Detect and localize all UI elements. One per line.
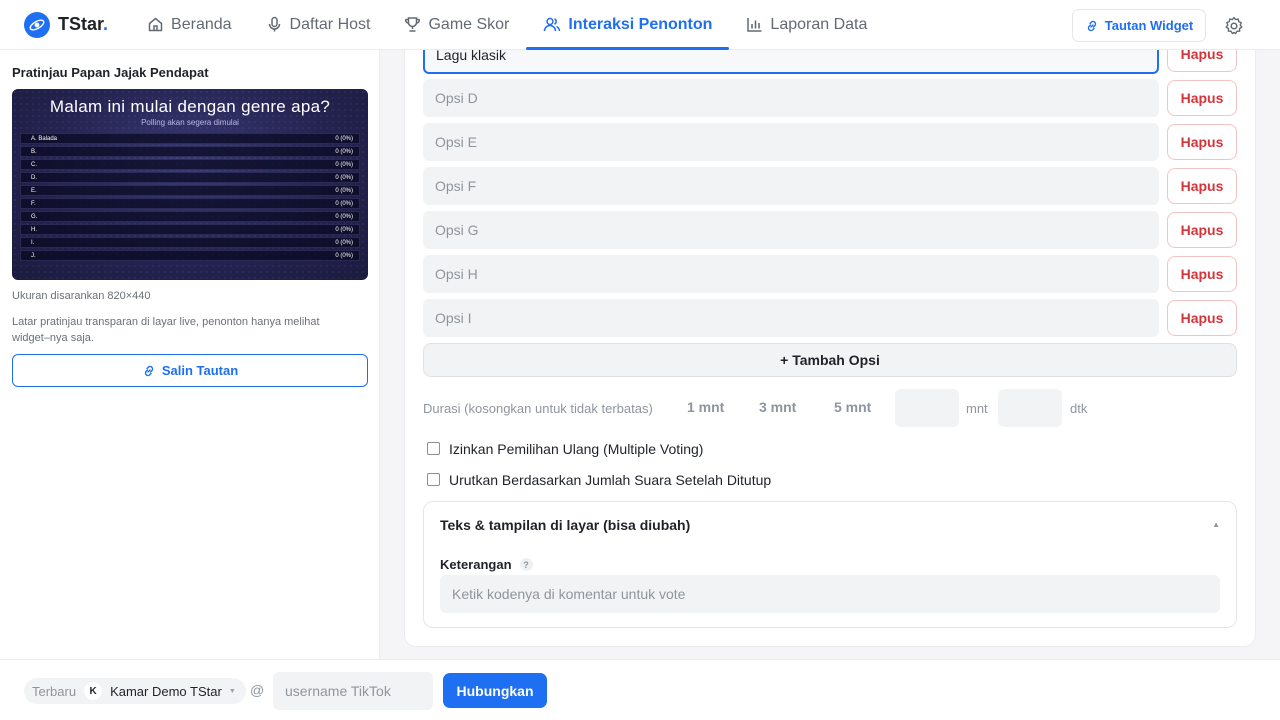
option-input-g[interactable]: Opsi G bbox=[423, 211, 1159, 249]
room-avatar: K bbox=[84, 682, 103, 700]
copy-link-label: Salin Tautan bbox=[161, 363, 239, 378]
top-navigation-bar: TStar. Beranda Daftar Host Game Skor Int… bbox=[0, 0, 1280, 50]
bar-chart-icon bbox=[747, 18, 762, 32]
multiple-voting-label: Izinkan Pemilihan Ulang (Multiple Voting… bbox=[449, 441, 704, 457]
nav-item-beranda[interactable]: Beranda bbox=[130, 0, 249, 50]
preview-status: Polling akan segera dimulai bbox=[141, 118, 239, 127]
help-icon[interactable]: ? bbox=[519, 558, 533, 571]
room-selector[interactable]: Terbaru K Kamar Demo TStar ▼ bbox=[24, 678, 246, 704]
delete-option-button[interactable]: Hapus bbox=[1167, 212, 1237, 248]
copy-link-button[interactable]: Salin Tautan bbox=[12, 354, 368, 387]
seconds-unit: dtk bbox=[1070, 401, 1088, 416]
connect-button[interactable]: Hubungkan bbox=[443, 673, 547, 708]
preview-row: E. 0 (0%) bbox=[20, 185, 360, 196]
preview-description: Latar pratinjau transparan di layar live… bbox=[12, 316, 320, 344]
users-icon bbox=[544, 17, 561, 32]
delete-option-button[interactable]: Hapus bbox=[1167, 168, 1237, 204]
collapse-caret-icon[interactable]: ▲ bbox=[1212, 520, 1220, 529]
duration-minutes-input[interactable] bbox=[895, 389, 959, 427]
preview-row: G. 0 (0%) bbox=[20, 211, 360, 222]
nav-item-game-skor[interactable]: Game Skor bbox=[387, 0, 526, 50]
option-input-f[interactable]: Opsi F bbox=[423, 167, 1159, 205]
room-name: Kamar Demo TStar bbox=[110, 683, 222, 699]
brand-name: TStar. bbox=[58, 14, 109, 34]
poll-preview-board: Malam ini mulai dengan genre apa? Pollin… bbox=[12, 89, 368, 280]
widget-link-button[interactable]: Tautan Widget bbox=[1072, 9, 1206, 42]
logo-icon bbox=[24, 11, 50, 38]
nav-label: Daftar Host bbox=[289, 15, 371, 33]
option-input-d[interactable]: Opsi D bbox=[423, 79, 1159, 117]
nav-item-daftar-host[interactable]: Daftar Host bbox=[249, 0, 388, 50]
main-nav: Beranda Daftar Host Game Skor Interaksi … bbox=[130, 0, 884, 50]
sort-by-votes-label: Urutkan Berdasarkan Jumlah Suara Setelah… bbox=[449, 472, 772, 488]
duration-label: Durasi (kosongkan untuk tidak terbatas) bbox=[423, 401, 653, 416]
duration-preset-3[interactable]: 3 mnt bbox=[759, 399, 796, 415]
preview-row: H. 0 (0%) bbox=[20, 224, 360, 235]
nav-label: Game Skor bbox=[428, 15, 510, 33]
preview-row: J. 0 (0%) bbox=[20, 250, 360, 261]
delete-option-button[interactable]: Hapus bbox=[1167, 300, 1237, 336]
add-option-button[interactable]: + Tambah Opsi bbox=[423, 343, 1237, 377]
sort-by-votes-checkbox[interactable] bbox=[427, 473, 440, 486]
poll-preview-panel: Pratinjau Papan Jajak Pendapat Malam ini… bbox=[0, 50, 380, 659]
at-sign: @ bbox=[250, 682, 265, 698]
nav-label: Beranda bbox=[171, 15, 232, 33]
preview-row: A. Balada 0 (0%) bbox=[20, 133, 360, 144]
brand-logo[interactable]: TStar. bbox=[24, 11, 109, 38]
connection-bar: Terbaru K Kamar Demo TStar ▼ @ username … bbox=[0, 659, 1280, 720]
nav-item-interaksi-penonton[interactable]: Interaksi Penonton bbox=[526, 0, 730, 50]
tiktok-username-input[interactable]: username TikTok bbox=[273, 672, 433, 710]
nav-label: Interaksi Penonton bbox=[568, 15, 713, 33]
delete-option-button[interactable]: Hapus bbox=[1167, 80, 1237, 116]
duration-seconds-input[interactable] bbox=[998, 389, 1062, 427]
link-icon bbox=[1087, 20, 1096, 31]
option-input-e[interactable]: Opsi E bbox=[423, 123, 1159, 161]
widget-link-label: Tautan Widget bbox=[1104, 18, 1194, 33]
duration-preset-5[interactable]: 5 mnt bbox=[834, 399, 871, 415]
size-hint: Ukuran disarankan 820×440 bbox=[12, 290, 151, 302]
microphone-icon bbox=[268, 16, 280, 32]
display-text-section: Teks & tampilan di layar (bisa diubah) ▲… bbox=[423, 501, 1237, 628]
keterangan-input[interactable]: Ketik kodenya di komentar untuk vote bbox=[440, 575, 1220, 613]
preview-row: I. 0 (0%) bbox=[20, 237, 360, 248]
keterangan-label: Keterangan ? bbox=[440, 557, 533, 572]
option-input-i[interactable]: Opsi I bbox=[423, 299, 1159, 337]
delete-option-button[interactable]: Hapus bbox=[1167, 256, 1237, 292]
multiple-voting-checkbox[interactable] bbox=[427, 442, 440, 455]
preview-row: F. 0 (0%) bbox=[20, 198, 360, 209]
preview-title: Pratinjau Papan Jajak Pendapat bbox=[12, 65, 209, 80]
option-input-h[interactable]: Opsi H bbox=[423, 255, 1159, 293]
latest-label: Terbaru bbox=[32, 683, 77, 699]
link-icon bbox=[144, 365, 153, 376]
nav-label: Laporan Data bbox=[770, 15, 868, 33]
gear-icon[interactable] bbox=[1224, 16, 1244, 36]
preview-rows: A. Balada 0 (0%) B. 0 (0%) C. 0 (0%) D. 0 (0… bbox=[20, 133, 360, 263]
home-icon bbox=[148, 17, 163, 32]
minutes-unit: mnt bbox=[966, 401, 988, 416]
trophy-icon bbox=[405, 17, 421, 32]
chevron-down-icon: ▼ bbox=[228, 687, 236, 695]
preview-row: C. 0 (0%) bbox=[20, 159, 360, 170]
preview-row: D. 0 (0%) bbox=[20, 172, 360, 183]
section-title[interactable]: Teks & tampilan di layar (bisa diubah) bbox=[440, 517, 690, 533]
preview-question: Malam ini mulai dengan genre apa? bbox=[49, 97, 331, 116]
nav-item-laporan-data[interactable]: Laporan Data bbox=[729, 0, 884, 50]
preview-row: B. 0 (0%) bbox=[20, 146, 360, 157]
duration-preset-1[interactable]: 1 mnt bbox=[687, 399, 724, 415]
delete-option-button[interactable]: Hapus bbox=[1167, 124, 1237, 160]
